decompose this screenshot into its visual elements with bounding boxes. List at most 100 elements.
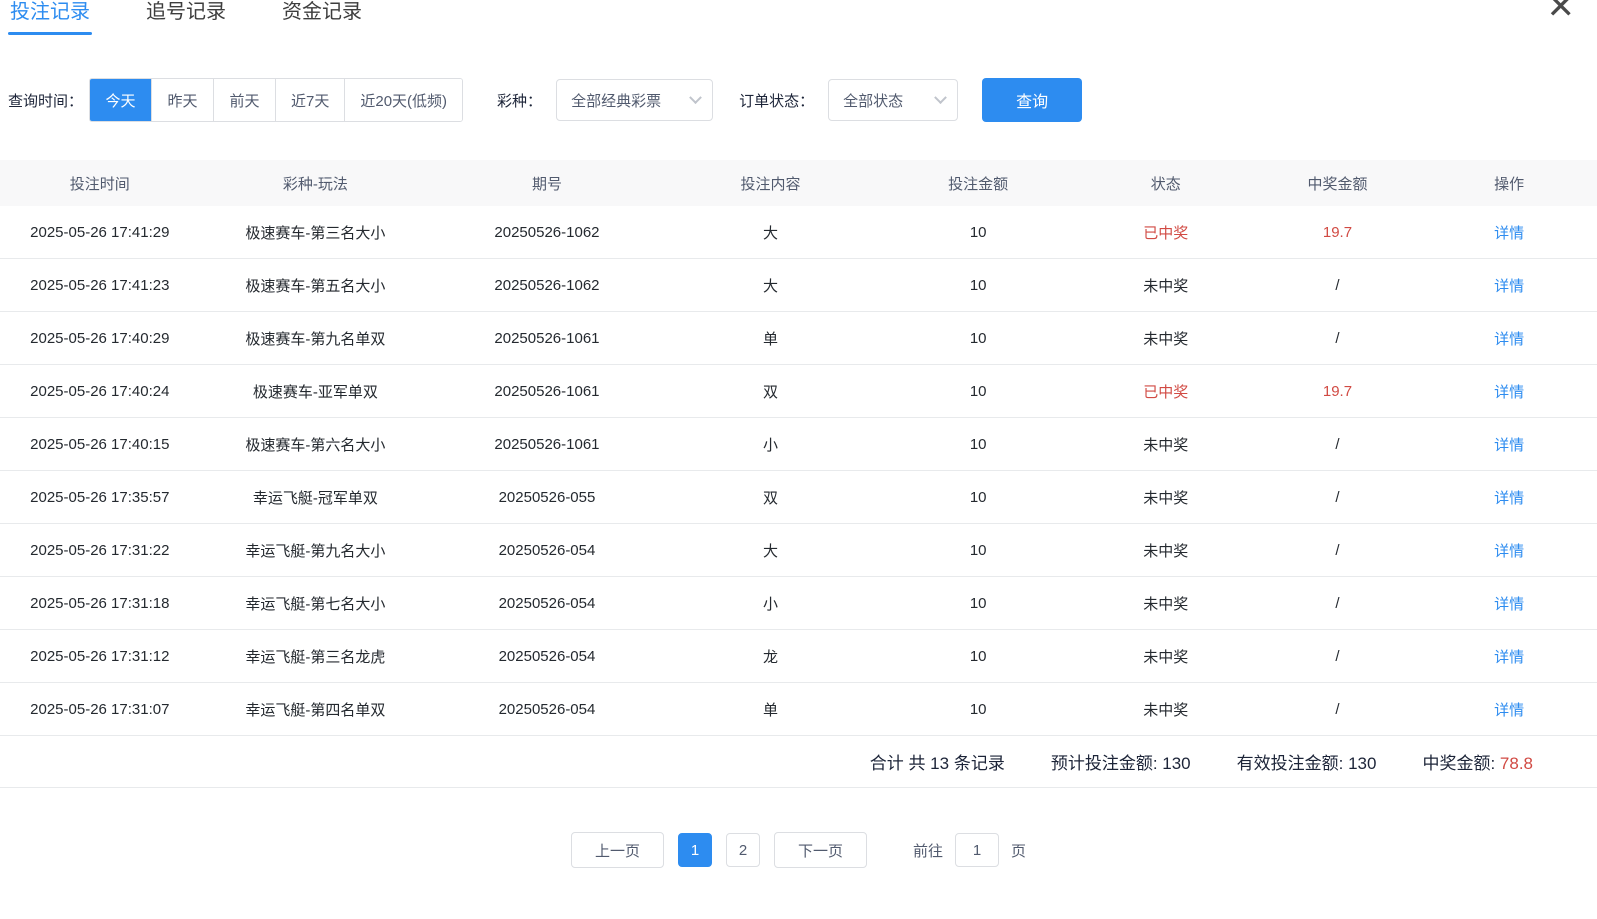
cell-game-type: 极速赛车-第六名大小: [200, 434, 432, 455]
cell-bet-amount: 10: [878, 648, 1078, 665]
cell-period: 20250526-1061: [431, 383, 663, 400]
cell-bet-amount: 10: [878, 224, 1078, 241]
cell-game-type: 极速赛车-第三名大小: [200, 222, 432, 243]
summary-valid-amount: 有效投注金额: 130: [1237, 749, 1377, 774]
cell-bet-content: 单: [663, 699, 879, 720]
cell-bet-time: 2025-05-26 17:40:24: [0, 383, 200, 400]
cell-bet-content: 双: [663, 381, 879, 402]
detail-link[interactable]: 详情: [1421, 540, 1597, 561]
summary-expected-amount: 预计投注金额: 130: [1051, 749, 1191, 774]
cell-bet-time: 2025-05-26 17:31:22: [0, 542, 200, 559]
detail-link[interactable]: 详情: [1421, 328, 1597, 349]
summary-prize-label: 中奖金额:: [1422, 754, 1499, 773]
detail-link[interactable]: 详情: [1421, 487, 1597, 508]
detail-link[interactable]: 详情: [1421, 434, 1597, 455]
time-filter-label: 查询时间：: [8, 90, 83, 111]
page-number-1[interactable]: 1: [678, 833, 712, 867]
cell-status: 已中奖: [1078, 222, 1254, 243]
detail-link[interactable]: 详情: [1421, 593, 1597, 614]
cell-game-type: 极速赛车-第五名大小: [200, 275, 432, 296]
cell-period: 20250526-055: [431, 489, 663, 506]
cell-bet-amount: 10: [878, 595, 1078, 612]
cell-prize: /: [1254, 701, 1422, 718]
cell-bet-amount: 10: [878, 489, 1078, 506]
cell-bet-time: 2025-05-26 17:40:15: [0, 436, 200, 453]
cell-game-type: 幸运飞艇-冠军单双: [200, 487, 432, 508]
time-option-today[interactable]: 今天: [90, 79, 152, 121]
table-row: 2025-05-26 17:41:29极速赛车-第三名大小20250526-10…: [0, 206, 1597, 259]
cell-prize: 19.7: [1254, 383, 1422, 400]
cell-bet-content: 单: [663, 328, 879, 349]
cell-prize: /: [1254, 436, 1422, 453]
cell-bet-amount: 10: [878, 542, 1078, 559]
cell-period: 20250526-054: [431, 595, 663, 612]
betting-records-panel: 投注记录 追号记录 资金记录 ✕ 查询时间： 今天 昨天 前天 近7天 近20天…: [0, 0, 1597, 919]
detail-link[interactable]: 详情: [1421, 699, 1597, 720]
cell-status: 未中奖: [1078, 593, 1254, 614]
prev-page-button[interactable]: 上一页: [571, 832, 664, 868]
cell-bet-amount: 10: [878, 701, 1078, 718]
next-page-button[interactable]: 下一页: [774, 832, 867, 868]
header-bet-content: 投注内容: [663, 173, 879, 194]
cell-bet-time: 2025-05-26 17:31:18: [0, 595, 200, 612]
header-status: 状态: [1078, 173, 1254, 194]
cell-bet-time: 2025-05-26 17:41:29: [0, 224, 200, 241]
cell-status: 未中奖: [1078, 434, 1254, 455]
time-option-day-before[interactable]: 前天: [214, 79, 276, 121]
tab-chase-records[interactable]: 追号记录: [144, 0, 228, 35]
query-button[interactable]: 查询: [982, 78, 1082, 122]
summary-prize-value: 78.8: [1500, 754, 1533, 773]
cell-status: 未中奖: [1078, 699, 1254, 720]
cell-prize: /: [1254, 542, 1422, 559]
cell-game-type: 幸运飞艇-第四名单双: [200, 699, 432, 720]
detail-link[interactable]: 详情: [1421, 381, 1597, 402]
time-option-last7days[interactable]: 近7天: [276, 79, 345, 121]
page-number-2[interactable]: 2: [726, 833, 760, 867]
cell-period: 20250526-1062: [431, 224, 663, 241]
table-row: 2025-05-26 17:40:15极速赛车-第六名大小20250526-10…: [0, 418, 1597, 471]
table-row: 2025-05-26 17:31:12幸运飞艇-第三名龙虎20250526-05…: [0, 630, 1597, 683]
cell-period: 20250526-054: [431, 542, 663, 559]
detail-link[interactable]: 详情: [1421, 646, 1597, 667]
tab-bet-records[interactable]: 投注记录: [8, 0, 92, 35]
goto-page-group: 前往 页: [913, 833, 1026, 867]
lottery-filter-label: 彩种：: [497, 90, 542, 111]
header-prize: 中奖金额: [1254, 173, 1422, 194]
table-row: 2025-05-26 17:31:22幸运飞艇-第九名大小20250526-05…: [0, 524, 1597, 577]
summary-row: 合计 共 13 条记录 预计投注金额: 130 有效投注金额: 130 中奖金额…: [0, 736, 1597, 788]
cell-bet-content: 龙: [663, 646, 879, 667]
header-period: 期号: [431, 173, 663, 194]
page-unit-label: 页: [1011, 840, 1026, 861]
cell-game-type: 极速赛车-第九名单双: [200, 328, 432, 349]
cell-prize: /: [1254, 277, 1422, 294]
cell-prize: /: [1254, 489, 1422, 506]
cell-bet-amount: 10: [878, 383, 1078, 400]
detail-link[interactable]: 详情: [1421, 222, 1597, 243]
table-row: 2025-05-26 17:41:23极速赛车-第五名大小20250526-10…: [0, 259, 1597, 312]
time-option-yesterday[interactable]: 昨天: [152, 79, 214, 121]
cell-prize: /: [1254, 648, 1422, 665]
cell-status: 未中奖: [1078, 646, 1254, 667]
cell-bet-amount: 10: [878, 277, 1078, 294]
header-game-type: 彩种-玩法: [200, 173, 432, 194]
tab-fund-records[interactable]: 资金记录: [280, 0, 364, 35]
table-row: 2025-05-26 17:31:18幸运飞艇-第七名大小20250526-05…: [0, 577, 1597, 630]
goto-page-input[interactable]: [955, 833, 999, 867]
header-bet-time: 投注时间: [0, 173, 200, 194]
cell-bet-time: 2025-05-26 17:31:12: [0, 648, 200, 665]
cell-status: 未中奖: [1078, 275, 1254, 296]
lottery-select-value: 全部经典彩票: [571, 90, 661, 111]
lottery-select[interactable]: 全部经典彩票: [556, 79, 713, 121]
goto-label: 前往: [913, 840, 943, 861]
close-icon[interactable]: ✕: [1547, 0, 1576, 24]
cell-status: 已中奖: [1078, 381, 1254, 402]
cell-bet-time: 2025-05-26 17:31:07: [0, 701, 200, 718]
cell-prize: /: [1254, 595, 1422, 612]
cell-bet-time: 2025-05-26 17:35:57: [0, 489, 200, 506]
cell-bet-content: 大: [663, 222, 879, 243]
cell-prize: /: [1254, 330, 1422, 347]
chevron-down-icon: [689, 91, 702, 104]
detail-link[interactable]: 详情: [1421, 275, 1597, 296]
time-option-last20days[interactable]: 近20天(低频): [345, 79, 462, 121]
order-status-select[interactable]: 全部状态: [828, 79, 958, 121]
